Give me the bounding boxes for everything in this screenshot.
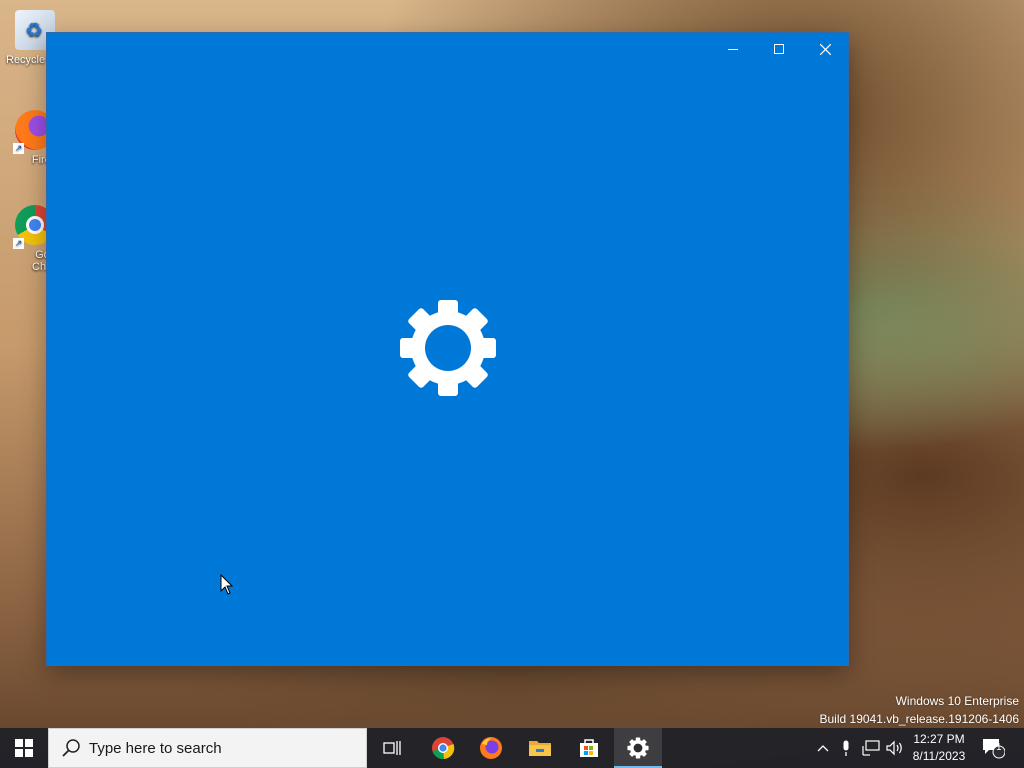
notification-count-badge: 1 (996, 742, 1002, 753)
microphone-icon (843, 740, 849, 756)
gear-icon (400, 300, 496, 396)
maximize-button[interactable] (756, 33, 802, 65)
taskbar-search-box[interactable]: Type here to search (48, 728, 367, 768)
windows-edition-text: Windows 10 Enterprise (895, 694, 1019, 708)
clock-time: 12:27 PM (913, 732, 965, 746)
taskbar-settings[interactable] (614, 728, 662, 768)
windows-build-text: Build 19041.vb_release.191206-1406 (819, 712, 1020, 726)
folder-icon (529, 741, 551, 756)
settings-window[interactable] (47, 33, 848, 665)
network-tray-button[interactable] (859, 728, 883, 768)
taskbar-firefox[interactable] (467, 728, 515, 768)
clock-date: 8/11/2023 (912, 749, 966, 763)
settings-gear-icon (627, 737, 649, 759)
chrome-icon (432, 737, 455, 760)
close-button[interactable] (802, 33, 848, 65)
speaker-icon (886, 740, 902, 756)
taskbar-chrome[interactable] (419, 728, 467, 768)
action-center-button[interactable]: 1 (978, 728, 1008, 768)
maximize-icon (774, 44, 784, 54)
windows-logo-icon (15, 739, 33, 757)
start-button[interactable] (0, 728, 48, 768)
volume-tray-button[interactable] (884, 728, 906, 768)
search-icon (62, 739, 80, 757)
taskbar-microsoft-store[interactable] (565, 728, 613, 768)
task-view-button[interactable] (368, 728, 416, 768)
microphone-tray-button[interactable] (836, 728, 856, 768)
chevron-up-icon (817, 745, 829, 752)
firefox-icon (480, 737, 502, 759)
mouse-cursor-icon (220, 574, 234, 595)
close-icon (819, 43, 831, 55)
store-icon (580, 739, 598, 757)
taskbar-file-explorer[interactable] (516, 728, 564, 768)
minimize-icon (728, 49, 738, 50)
network-icon (862, 740, 880, 756)
minimize-button[interactable] (710, 33, 756, 65)
task-view-icon (383, 741, 401, 755)
search-placeholder: Type here to search (89, 739, 222, 757)
taskbar: Type here to search 12:27 PM 8/11/2023 1 (0, 728, 1024, 768)
taskbar-clock[interactable]: 12:27 PM 8/11/2023 (904, 728, 974, 768)
show-hidden-icons-button[interactable] (812, 728, 834, 768)
